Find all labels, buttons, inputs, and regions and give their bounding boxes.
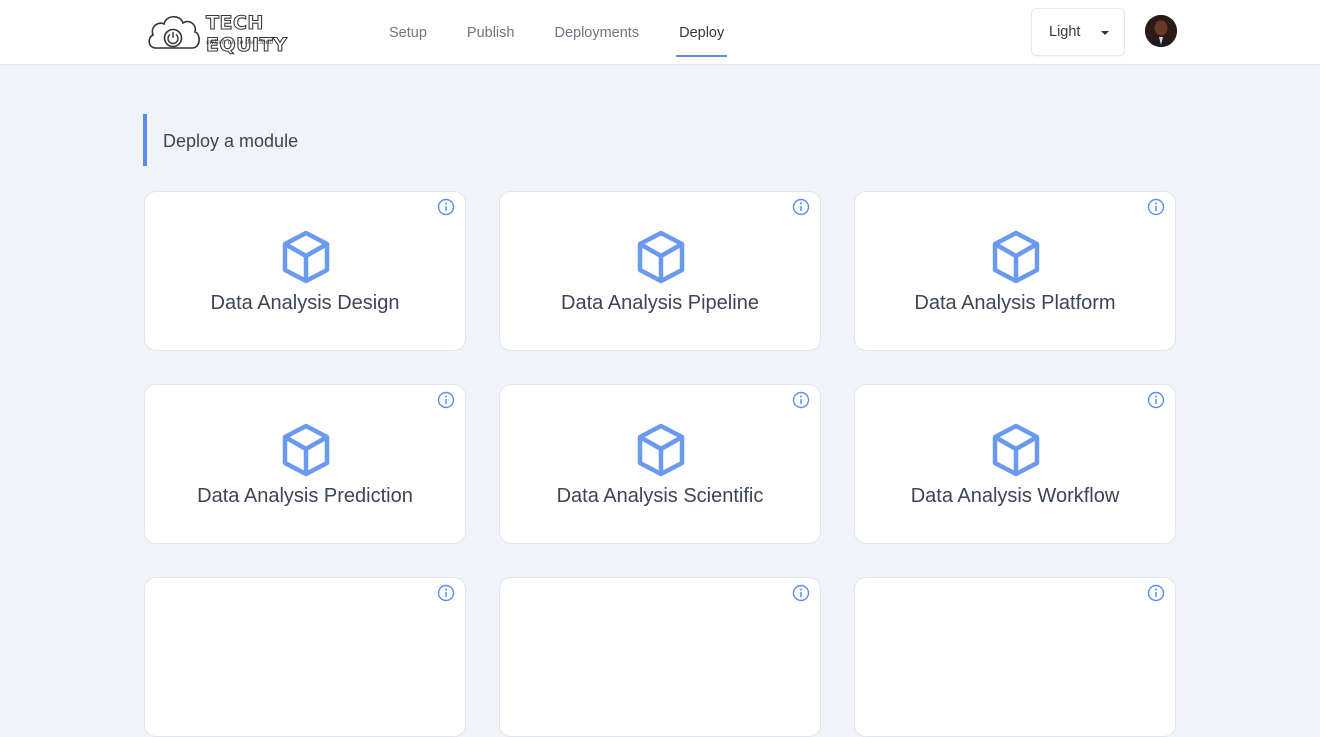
module-card[interactable]: Data Analysis Platform [854,191,1176,351]
module-card-title: Data Analysis Workflow [910,485,1120,507]
module-card-title: Data Analysis Design [210,292,400,314]
module-card[interactable]: Data Analysis Workflow [854,384,1176,544]
info-icon[interactable] [437,198,455,216]
brand-name: TECH EQUITY [205,11,288,56]
info-icon[interactable] [437,584,455,602]
module-card[interactable]: Data Analysis Design [144,191,466,351]
nav-publish[interactable]: Publish [467,0,515,65]
info-icon[interactable] [1147,391,1165,409]
nav-deploy[interactable]: Deploy [676,0,728,65]
theme-select[interactable]: Light [1031,8,1125,56]
avatar-image [1145,15,1177,47]
caret-down-icon [1101,31,1109,35]
page-title: Deploy a module [143,114,298,166]
cube-icon [282,230,330,284]
brand-logo[interactable]: TECH EQUITY switch on to the cloud [146,10,346,57]
cube-icon [992,230,1040,284]
main-nav: Setup Publish Deployments Deploy [389,0,764,65]
brand-tagline: switch on to the cloud [206,39,274,46]
top-navbar: TECH EQUITY switch on to the cloud Setup… [0,0,1320,65]
cube-icon [637,230,685,284]
module-card[interactable] [854,577,1176,737]
module-card[interactable]: Data Analysis Pipeline [499,191,821,351]
theme-select-value: Light [1049,24,1081,40]
info-icon[interactable] [792,391,810,409]
module-card-title: Data Analysis Platform [914,292,1116,314]
module-card[interactable] [499,577,821,737]
module-card-title: Data Analysis Pipeline [561,292,759,314]
module-card[interactable]: Data Analysis Scientific [499,384,821,544]
module-card[interactable]: Data Analysis Prediction [144,384,466,544]
module-card-title: Data Analysis Scientific [556,485,764,507]
info-icon[interactable] [1147,198,1165,216]
user-avatar[interactable] [1145,15,1177,47]
cube-icon [992,423,1040,477]
cube-icon [637,423,685,477]
module-card[interactable] [144,577,466,737]
info-icon[interactable] [1147,584,1165,602]
nav-deployments[interactable]: Deployments [554,0,639,65]
cloud-power-icon [148,15,200,49]
cube-icon [282,423,330,477]
info-icon[interactable] [437,391,455,409]
info-icon[interactable] [792,198,810,216]
nav-setup[interactable]: Setup [389,0,427,65]
module-card-title: Data Analysis Prediction [197,485,413,507]
info-icon[interactable] [792,584,810,602]
